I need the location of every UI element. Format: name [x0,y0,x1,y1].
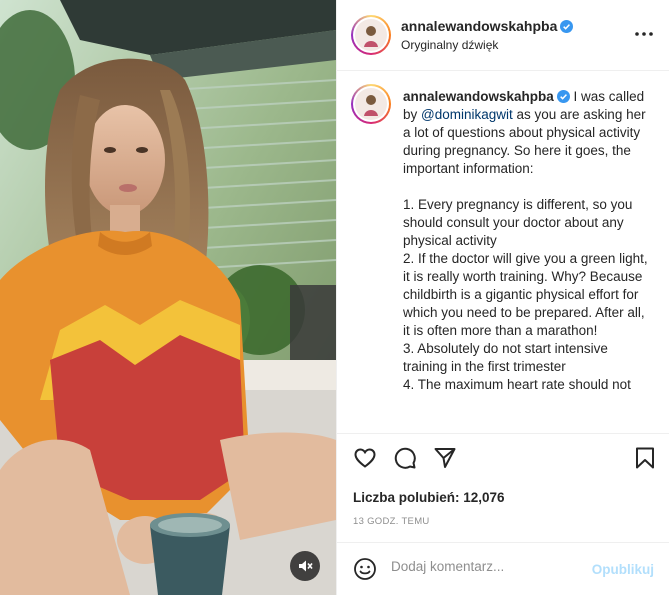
post-caption: annalewandowskahpba I was called by @dom… [403,88,655,394]
save-button[interactable] [633,446,657,475]
avatar[interactable] [351,15,391,55]
bookmark-icon [636,447,654,469]
avatar-image [364,26,378,47]
more-options-button[interactable] [635,25,653,36]
verified-badge-icon [556,90,570,103]
speaker-muted-icon [299,560,313,572]
caption-item-4: 4. The maximum heart rate should not [403,377,631,392]
video-frame-illustration [0,0,336,595]
caption-username[interactable]: annalewandowskahpba [403,89,570,104]
comment-bar: Opublikuj [337,543,669,595]
post-video[interactable] [0,0,336,595]
publish-button[interactable]: Opublikuj [592,562,654,577]
post-author-username[interactable]: annalewandowskahpba [401,18,574,34]
avatar-image [364,95,378,116]
post-details-panel: annalewandowskahpba Oryginalny dźwięk an… [336,0,669,595]
comment-input[interactable] [391,559,591,574]
emoji-button[interactable] [353,557,377,586]
caption-area[interactable]: annalewandowskahpba I was called by @dom… [337,72,669,434]
comment-icon [394,447,416,469]
mute-button[interactable] [290,551,320,581]
post-actions [337,446,669,476]
caption-item-3: 3. Absolutely do not start intensive tra… [403,341,612,374]
verified-badge-icon [560,20,574,33]
share-icon [434,448,456,468]
post-header: annalewandowskahpba Oryginalny dźwięk [337,0,669,71]
share-button[interactable] [433,446,457,475]
like-count[interactable]: Liczba polubień: 12,076 [353,490,505,505]
like-button[interactable] [353,446,377,475]
caption-avatar[interactable] [351,84,391,124]
more-dots-icon [635,32,653,36]
caption-item-1: 1. Every pregnancy is different, so you … [403,197,637,248]
emoji-icon [354,558,376,580]
audio-label[interactable]: Oryginalny dźwięk [401,38,498,52]
comment-button[interactable] [393,446,417,475]
caption-item-2: 2. If the doctor will give you a green l… [403,251,652,338]
post-timestamp[interactable]: 13 GODZ. TEMU [353,516,430,527]
heart-icon [354,448,376,468]
mention-link[interactable]: @dominikagwit [421,107,513,122]
